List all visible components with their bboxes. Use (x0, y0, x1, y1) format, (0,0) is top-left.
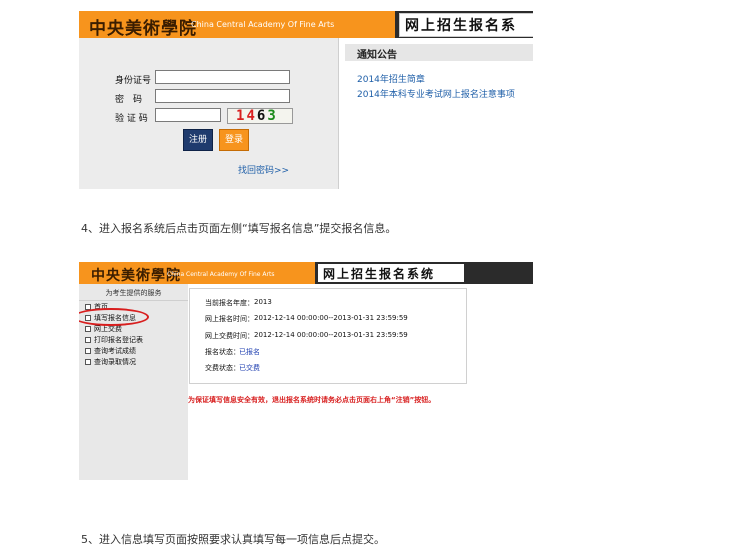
notice-link[interactable]: 2014年本科专业考试网上报名注意事项 (357, 87, 515, 100)
captcha-image[interactable]: 1463 (227, 108, 293, 124)
payment-time-value: 2012-12-14 00:00:00--2013-01-31 23:59:59 (254, 331, 408, 339)
password-label: 密 码 (115, 95, 143, 105)
nav-item-label: 查询录取情况 (94, 358, 136, 366)
year-value: 2013 (254, 298, 272, 306)
system-title: 网上招生报名系 (405, 18, 517, 34)
captcha-char: 3 (267, 108, 278, 124)
signup-time-label: 网上报名时间： (205, 315, 254, 323)
checkbox-icon (85, 337, 91, 343)
captcha-input[interactable] (155, 108, 221, 122)
id-number-input[interactable] (155, 70, 290, 84)
step-4-instruction: 4、进入报名系统后点击页面左侧“填写报名信息”提交报名信息。 (81, 222, 397, 235)
nav-item-label: 打印报名登记表 (94, 336, 143, 344)
signup-status-label: 报名状态： (205, 348, 240, 356)
id-number-label: 身份证号 (115, 76, 152, 86)
nav-item-scores[interactable]: 查询考试成绩 (85, 346, 136, 356)
payment-time-label: 网上交费时间： (205, 332, 254, 340)
login-screenshot: 中央美術學院 China Central Academy Of Fine Art… (79, 11, 533, 189)
nav-item-print[interactable]: 打印报名登记表 (85, 335, 143, 345)
nav-item-admission[interactable]: 查询录取情况 (85, 357, 136, 367)
find-password-link[interactable]: 找回密码>> (238, 163, 289, 176)
checkbox-icon (85, 326, 91, 332)
nav-item-label: 网上交费 (94, 325, 122, 333)
notice-title: 通知公告 (357, 50, 397, 61)
academy-english-name: China Central Academy Of Fine Arts (191, 20, 335, 29)
security-notice: 为保证填写信息安全有效，退出报名系统时请务必点击页面右上角“注销”按钮。 (188, 396, 436, 404)
checkbox-icon (85, 348, 91, 354)
payment-status-value[interactable]: 已交费 (239, 363, 260, 373)
system-screenshot: 中央美術學院 China Central Academy Of Fine Art… (79, 262, 533, 480)
payment-status-label: 交费状态： (205, 364, 240, 372)
system-title: 网上招生报名系统 (323, 267, 436, 281)
signup-status-value[interactable]: 已报名 (239, 347, 260, 357)
signup-time-value: 2012-12-14 00:00:00--2013-01-31 23:59:59 (254, 314, 408, 322)
academy-logo: 中央美術學院 (89, 19, 197, 39)
sidebar-title: 为考生提供的服务 (79, 286, 188, 301)
academy-english-name: China Central Academy Of Fine Arts (167, 271, 275, 278)
password-input[interactable] (155, 89, 290, 103)
step-5-instruction: 5、进入信息填写页面按照要求认真填写每一项信息后点提交。 (81, 533, 385, 546)
register-button[interactable]: 注册 (183, 129, 213, 151)
checkbox-icon (85, 359, 91, 365)
login-button[interactable]: 登录 (219, 129, 249, 151)
year-label: 当前报名年度： (205, 299, 254, 307)
captcha-char: 4 (246, 108, 257, 124)
captcha-char: 6 (256, 108, 268, 124)
captcha-char: 1 (236, 108, 247, 124)
nav-item-label: 查询考试成绩 (94, 347, 136, 355)
captcha-label: 验 证 码 (115, 114, 148, 124)
notice-link[interactable]: 2014年招生简章 (357, 72, 425, 85)
